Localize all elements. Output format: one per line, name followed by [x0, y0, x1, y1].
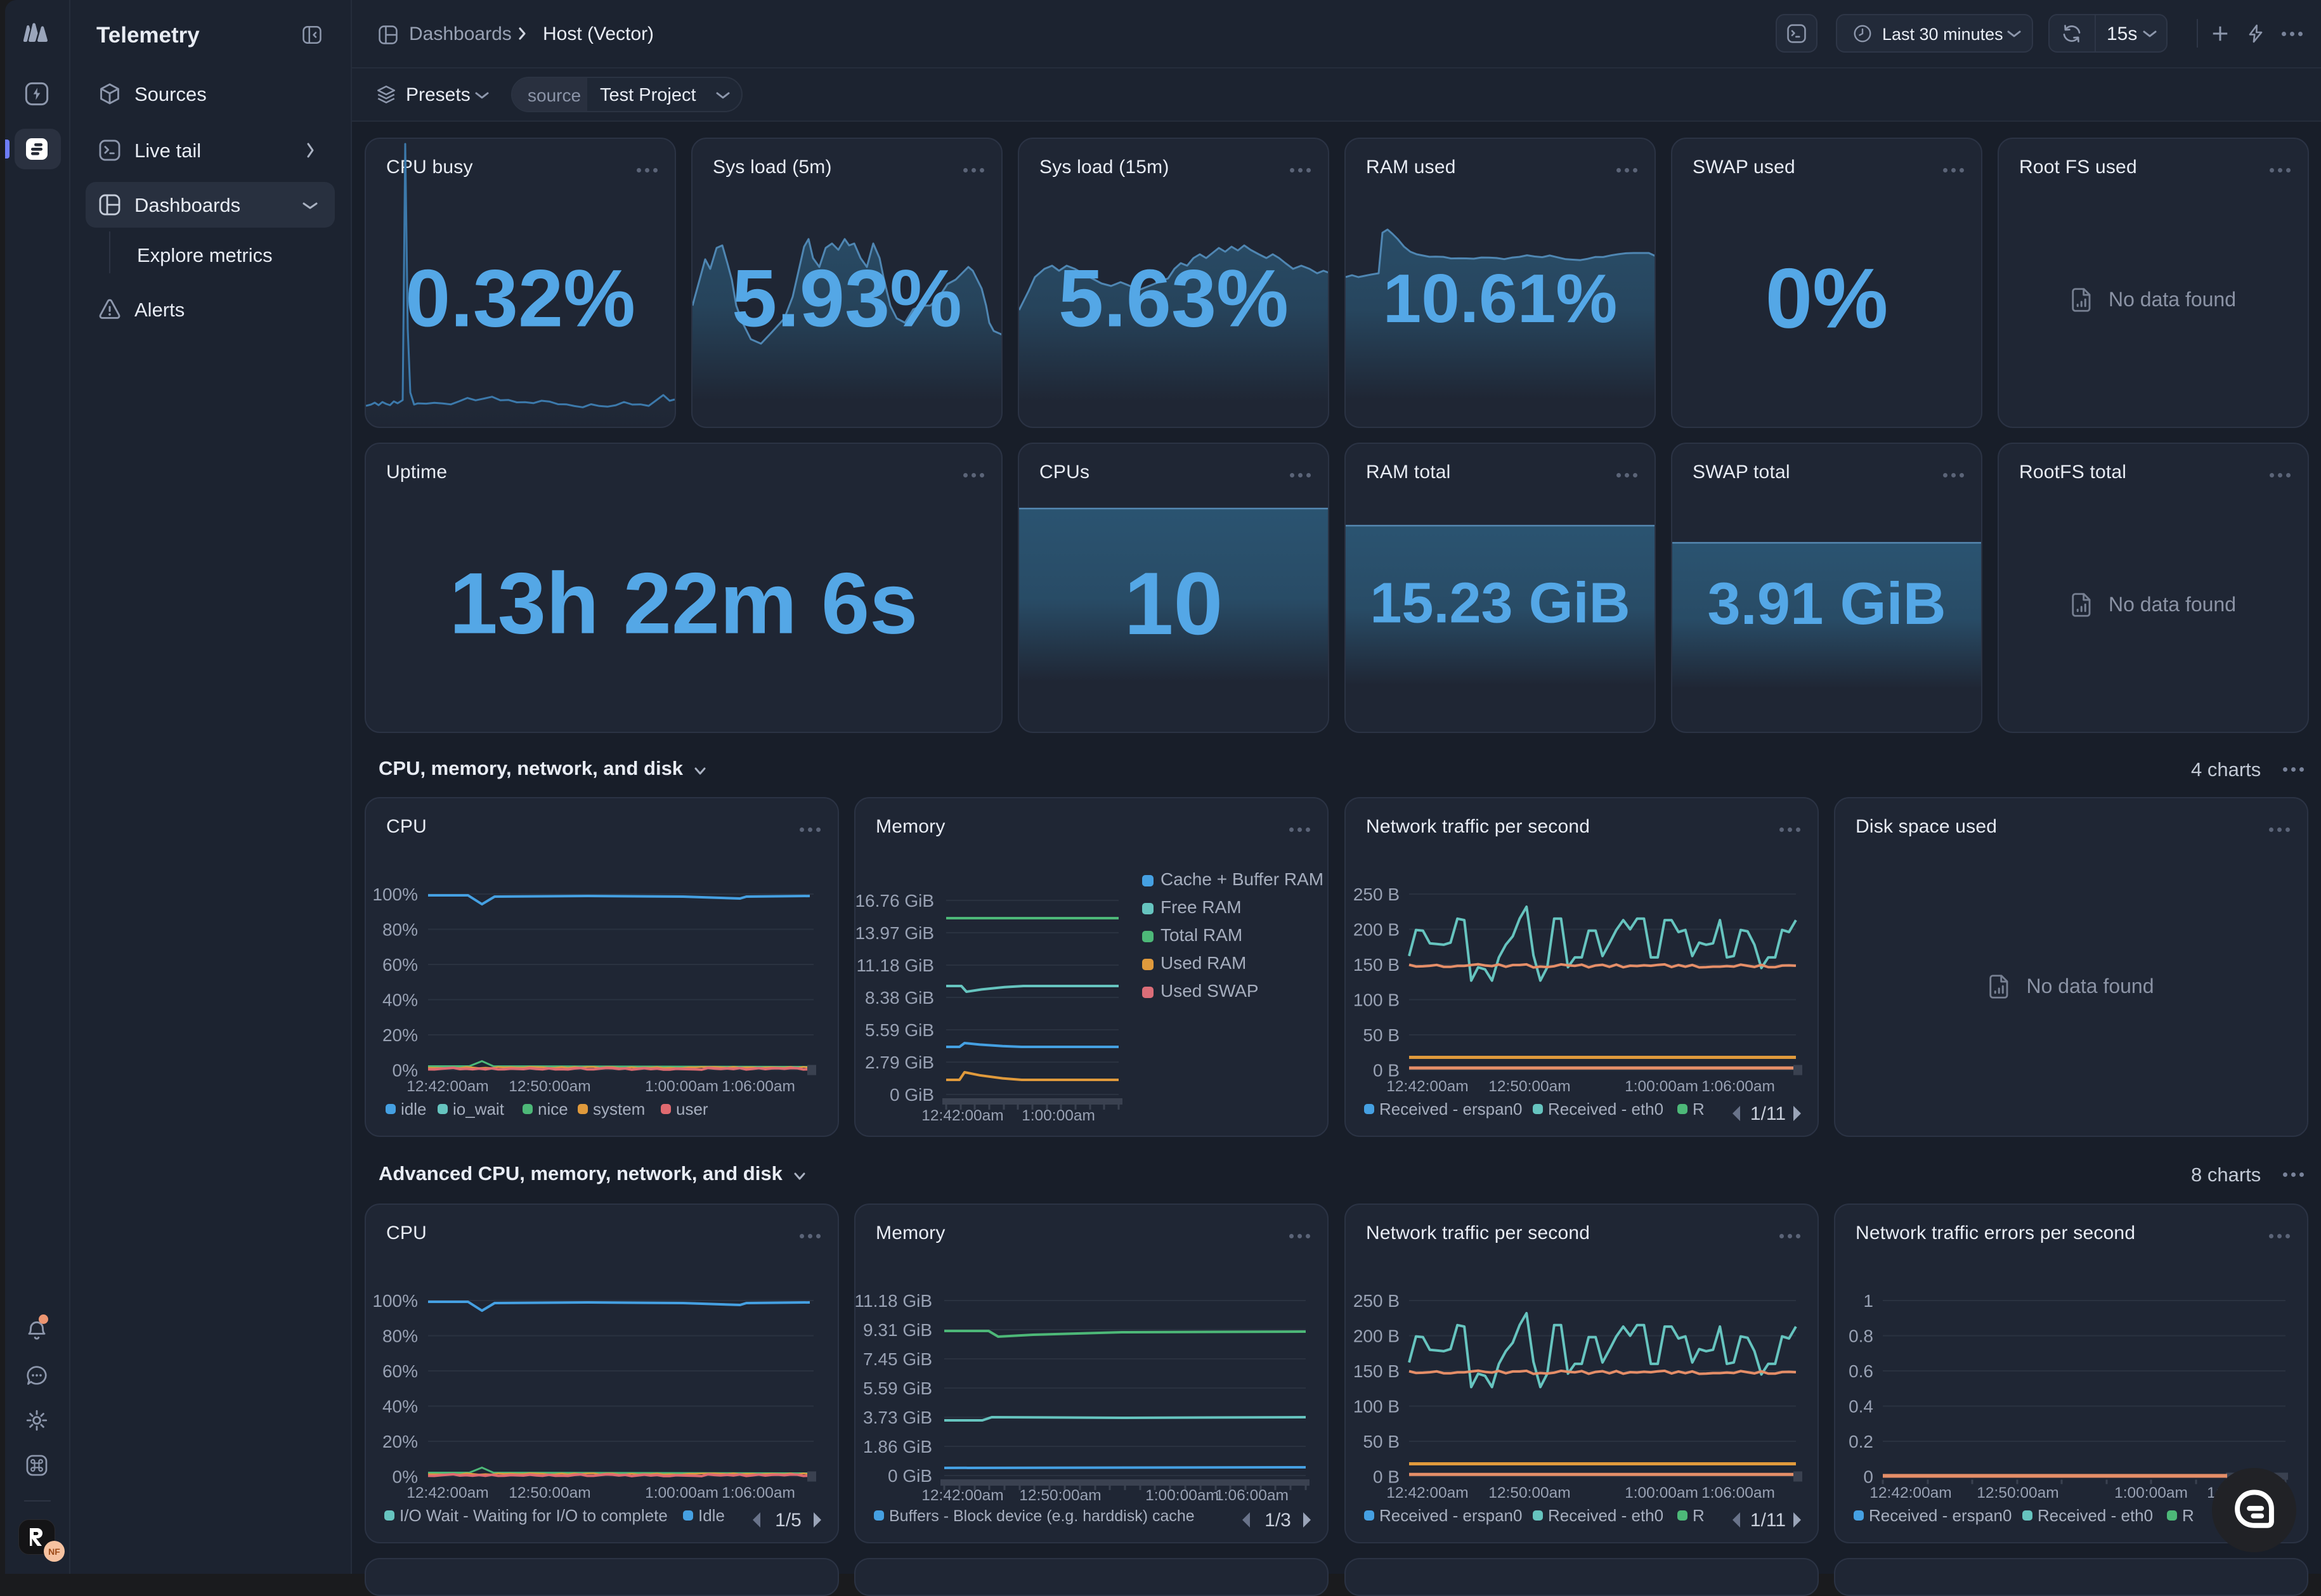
svg-text:12:42:00am: 12:42:00am [1386, 1484, 1468, 1502]
svg-text:12:42:00am: 12:42:00am [406, 1078, 488, 1095]
svg-text:user: user [676, 1100, 708, 1119]
svg-text:0 B: 0 B [1373, 1061, 1400, 1080]
svg-text:200 B: 200 B [1353, 920, 1400, 940]
svg-text:1:06:00am: 1:06:00am [1215, 1487, 1289, 1504]
svg-text:9.31 GiB: 9.31 GiB [863, 1320, 932, 1340]
svg-text:2.79 GiB: 2.79 GiB [865, 1053, 934, 1072]
svg-text:1/11: 1/11 [1750, 1510, 1786, 1531]
svg-text:Cache + Buffer RAM: Cache + Buffer RAM [1160, 869, 1323, 889]
svg-text:0.2: 0.2 [1849, 1432, 1873, 1451]
svg-text:80%: 80% [382, 920, 418, 940]
svg-text:12:42:00am: 12:42:00am [1386, 1078, 1468, 1095]
svg-text:0%: 0% [393, 1467, 418, 1487]
svg-text:1/5: 1/5 [775, 1510, 802, 1531]
svg-text:0.8: 0.8 [1849, 1327, 1873, 1346]
svg-text:100 B: 100 B [1353, 1397, 1400, 1417]
svg-text:12:42:00am: 12:42:00am [921, 1107, 1003, 1124]
svg-text:100%: 100% [372, 1291, 418, 1311]
svg-text:5.59 GiB: 5.59 GiB [865, 1020, 934, 1040]
svg-text:7.45 GiB: 7.45 GiB [863, 1349, 932, 1369]
svg-text:20%: 20% [382, 1025, 418, 1045]
svg-text:R: R [1693, 1100, 1705, 1119]
svg-text:3.73 GiB: 3.73 GiB [863, 1408, 932, 1427]
svg-text:11.18 GiB: 11.18 GiB [855, 1291, 932, 1311]
svg-text:11.18 GiB: 11.18 GiB [857, 956, 934, 975]
svg-text:150 B: 150 B [1353, 1361, 1400, 1381]
svg-text:Received - eth0: Received - eth0 [2038, 1506, 2153, 1525]
svg-text:I/O Wait - Waiting for I/O to: I/O Wait - Waiting for I/O to complete [400, 1506, 668, 1525]
svg-text:16.76 GiB: 16.76 GiB [855, 891, 934, 911]
svg-text:12:50:00am: 12:50:00am [1019, 1487, 1101, 1504]
svg-text:1/11: 1/11 [1750, 1103, 1786, 1124]
svg-text:1:06:00am: 1:06:00am [1701, 1484, 1775, 1502]
svg-text:0 GiB: 0 GiB [890, 1085, 934, 1105]
svg-text:200 B: 200 B [1353, 1327, 1400, 1346]
svg-text:250 B: 250 B [1353, 885, 1400, 904]
svg-text:Received - eth0: Received - eth0 [1548, 1100, 1663, 1119]
svg-text:1:06:00am: 1:06:00am [1701, 1078, 1775, 1095]
svg-text:12:42:00am: 12:42:00am [921, 1487, 1003, 1504]
svg-text:12:42:00am: 12:42:00am [406, 1484, 488, 1502]
svg-text:12:50:00am: 12:50:00am [1977, 1484, 2058, 1502]
svg-text:1:00:00am: 1:00:00am [1145, 1487, 1219, 1504]
svg-text:io_wait: io_wait [453, 1100, 505, 1119]
svg-text:1: 1 [1863, 1291, 1873, 1311]
svg-text:Idle: Idle [698, 1506, 725, 1525]
svg-text:Free RAM: Free RAM [1160, 897, 1242, 917]
svg-text:Received - erspan0: Received - erspan0 [1379, 1506, 1522, 1525]
svg-text:1:00:00am: 1:00:00am [2114, 1484, 2188, 1502]
svg-text:R: R [1693, 1506, 1705, 1525]
svg-text:40%: 40% [382, 990, 418, 1010]
svg-text:12:50:00am: 12:50:00am [509, 1078, 590, 1095]
svg-text:80%: 80% [382, 1327, 418, 1346]
svg-text:13.97 GiB: 13.97 GiB [855, 923, 934, 943]
svg-text:50 B: 50 B [1363, 1025, 1400, 1045]
svg-text:system: system [593, 1100, 645, 1119]
svg-text:1:06:00am: 1:06:00am [722, 1078, 795, 1095]
svg-text:idle: idle [401, 1100, 426, 1119]
svg-text:1:00:00am: 1:00:00am [1022, 1107, 1095, 1124]
svg-text:150 B: 150 B [1353, 955, 1400, 975]
svg-text:100%: 100% [372, 885, 418, 904]
svg-text:12:50:00am: 12:50:00am [1488, 1078, 1570, 1095]
svg-text:60%: 60% [382, 1361, 418, 1381]
svg-text:1:00:00am: 1:00:00am [645, 1078, 718, 1095]
svg-text:1:00:00am: 1:00:00am [1625, 1484, 1698, 1502]
svg-text:0 B: 0 B [1373, 1467, 1400, 1487]
svg-text:Received - erspan0: Received - erspan0 [1869, 1506, 2012, 1525]
svg-text:5.59 GiB: 5.59 GiB [863, 1379, 932, 1398]
svg-text:Received - eth0: Received - eth0 [1548, 1506, 1663, 1525]
svg-text:100 B: 100 B [1353, 990, 1400, 1010]
svg-text:1:00:00am: 1:00:00am [645, 1484, 718, 1502]
svg-text:Received - erspan0: Received - erspan0 [1379, 1100, 1522, 1119]
svg-text:0 GiB: 0 GiB [888, 1466, 932, 1486]
svg-text:40%: 40% [382, 1397, 418, 1417]
svg-text:Buffers - Block device (e.g. h: Buffers - Block device (e.g. harddisk) c… [889, 1507, 1195, 1525]
svg-text:12:50:00am: 12:50:00am [509, 1484, 590, 1502]
svg-text:12:42:00am: 12:42:00am [1869, 1484, 1951, 1502]
svg-text:50 B: 50 B [1363, 1432, 1400, 1451]
svg-text:60%: 60% [382, 955, 418, 975]
svg-text:nice: nice [538, 1100, 568, 1119]
svg-text:Used RAM: Used RAM [1160, 953, 1246, 973]
svg-text:R: R [2182, 1506, 2194, 1525]
svg-text:0.6: 0.6 [1849, 1361, 1873, 1381]
svg-text:1:06:00am: 1:06:00am [722, 1484, 795, 1502]
svg-text:1:00:00am: 1:00:00am [1625, 1078, 1698, 1095]
svg-text:250 B: 250 B [1353, 1291, 1400, 1311]
svg-text:12:50:00am: 12:50:00am [1488, 1484, 1570, 1502]
svg-text:8.38 GiB: 8.38 GiB [865, 988, 934, 1008]
svg-text:1/3: 1/3 [1265, 1510, 1291, 1531]
svg-text:Total RAM: Total RAM [1160, 925, 1242, 945]
svg-text:0.4: 0.4 [1849, 1397, 1873, 1417]
svg-text:0%: 0% [393, 1061, 418, 1080]
svg-text:1.86 GiB: 1.86 GiB [863, 1437, 932, 1457]
svg-text:0: 0 [1863, 1467, 1873, 1487]
svg-text:Used SWAP: Used SWAP [1160, 981, 1259, 1001]
svg-text:20%: 20% [382, 1432, 418, 1451]
